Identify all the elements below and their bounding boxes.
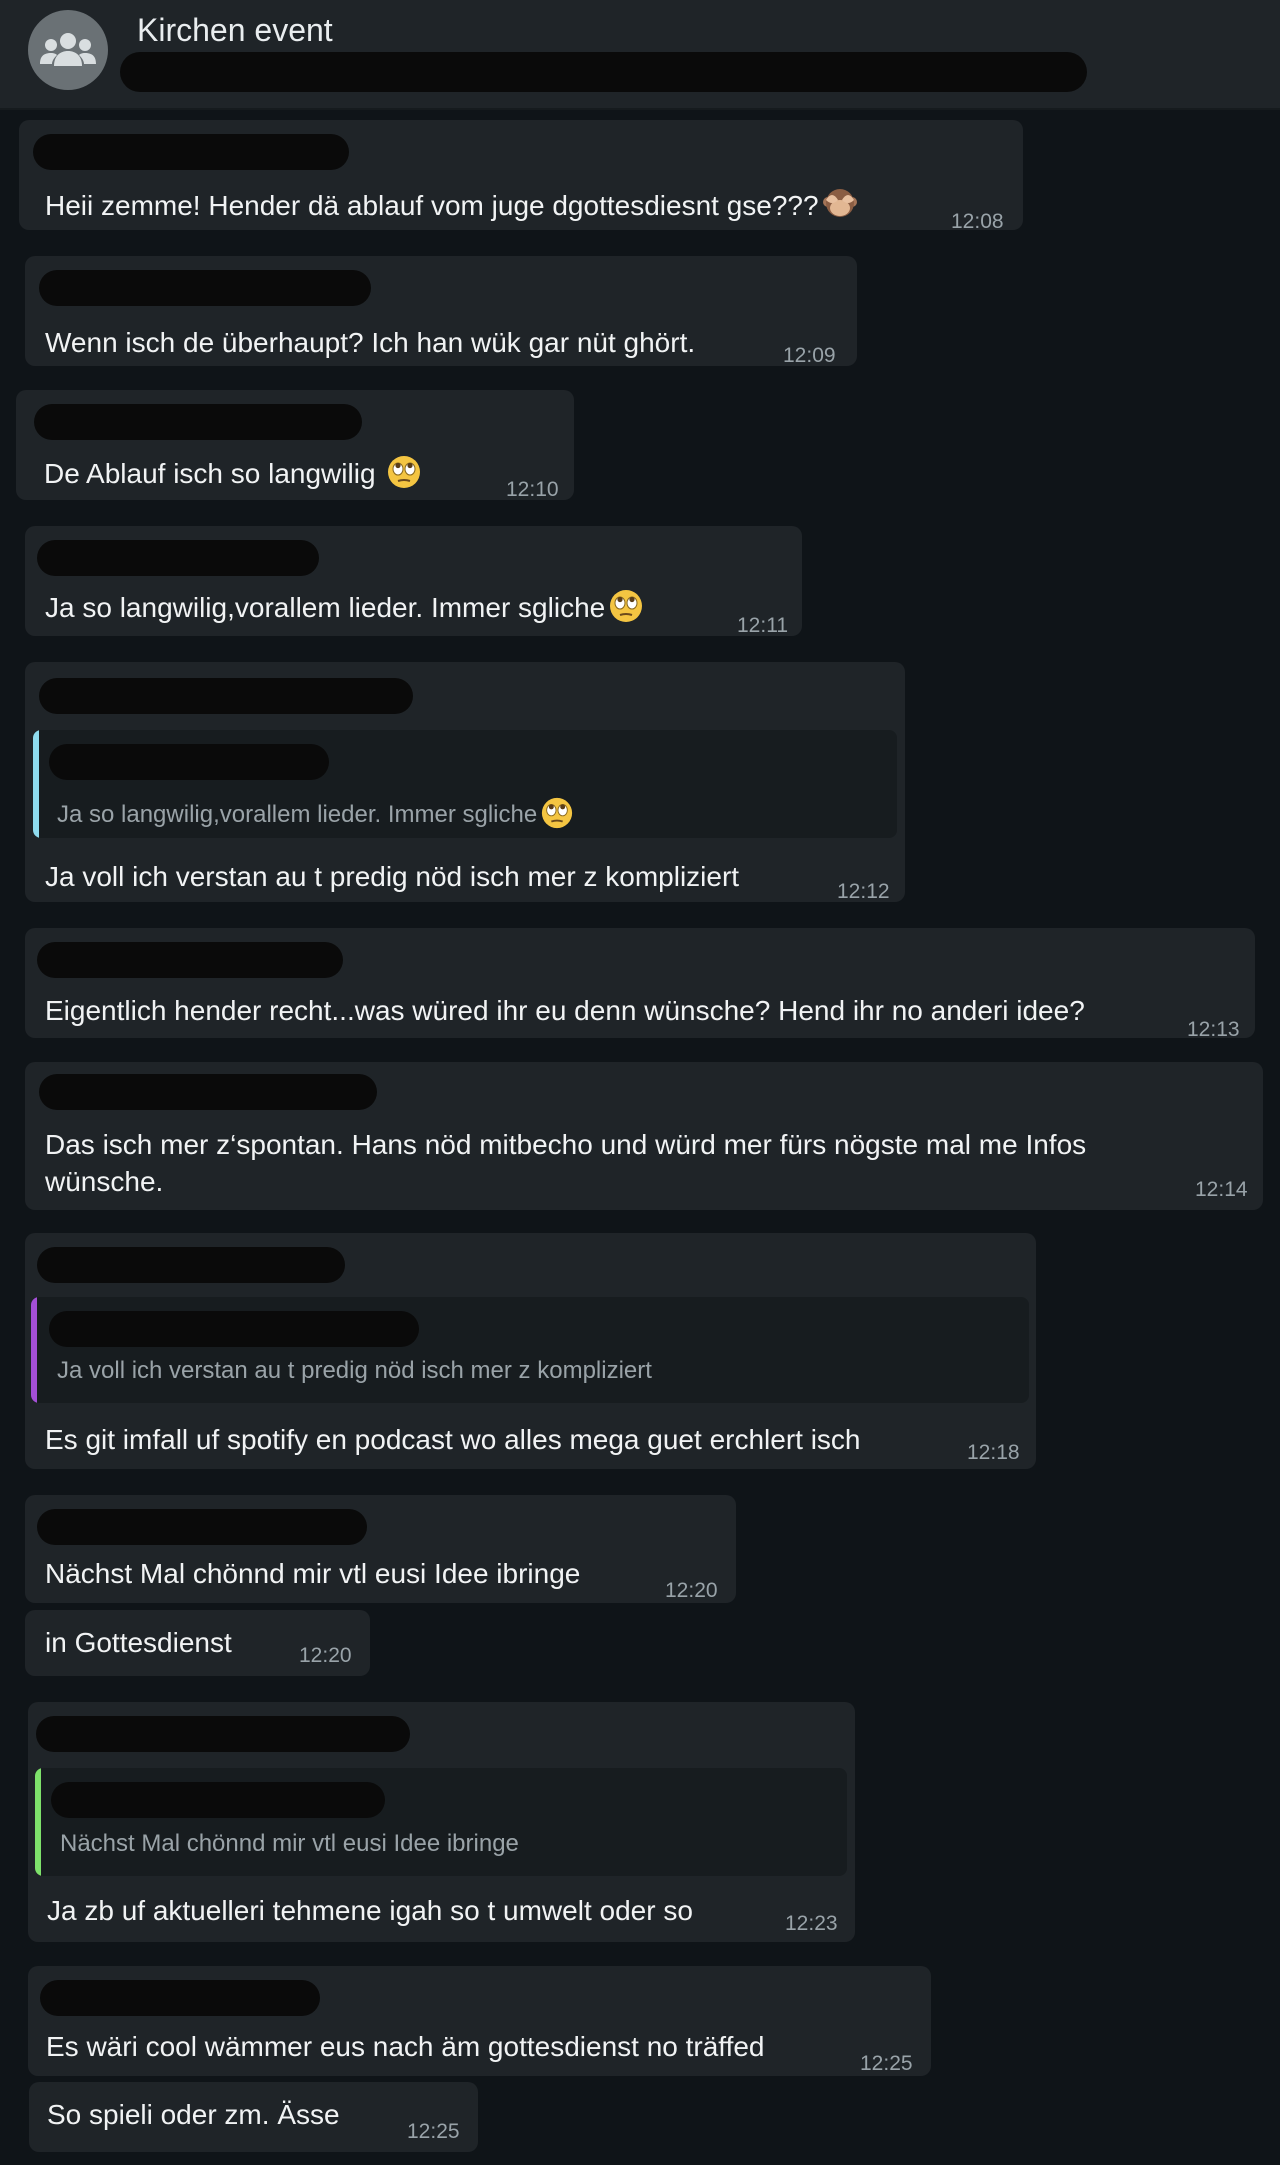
- message-bubble[interactable]: Heii zemme! Hender dä ablauf vom juge dg…: [19, 120, 1023, 233]
- message-text: So spieli oder zm. Ässe: [47, 2099, 340, 2130]
- redacted-quoted-sender: [51, 1782, 385, 1818]
- message-text: Heii zemme! Hender dä ablauf vom juge dg…: [45, 186, 858, 224]
- message-time: 12:10: [506, 478, 559, 501]
- message-bubble[interactable]: Das isch mer z‘spontan. Hans nöd mitbech…: [25, 1062, 1263, 1210]
- redacted-sender: [37, 942, 343, 978]
- redacted-sender: [39, 270, 371, 306]
- message-time: 12:08: [951, 210, 1004, 233]
- message-text: Ja so langwilig,vorallem lieder. Immer s…: [45, 588, 644, 626]
- group-icon: [40, 33, 96, 66]
- message-time: 12:13: [1187, 1018, 1240, 1041]
- message-text: Ja voll ich verstan au t predig nöd isch…: [45, 861, 740, 892]
- message-time: 12:09: [783, 344, 836, 367]
- message-time: 12:23: [785, 1912, 838, 1935]
- redacted-sender: [37, 540, 319, 576]
- message-time: 12:25: [860, 2052, 913, 2075]
- eye-roll-face-icon: [388, 456, 421, 488]
- quoted-text: Ja voll ich verstan au t predig nöd isch…: [57, 1357, 652, 1384]
- quoted-text: Ja so langwilig,vorallem lieder. Immer s…: [57, 796, 574, 830]
- reply-message-bubble[interactable]: Ja so langwilig,vorallem lieder. Immer s…: [25, 662, 905, 903]
- message-text: Eigentlich hender recht...was würed ihr …: [45, 995, 1085, 1026]
- message-text-content: Heii zemme! Hender dä ablauf vom juge dg…: [45, 190, 819, 221]
- message-text: Das isch mer z‘spontan. Hans nöd mitbech…: [45, 1129, 1087, 1197]
- chat-area: Heii zemme! Hender dä ablauf vom juge dg…: [0, 110, 1280, 2165]
- redacted-sender: [36, 1716, 410, 1752]
- redacted-participants: [120, 52, 1087, 92]
- redacted-sender: [37, 1247, 345, 1283]
- redacted-sender: [40, 1980, 320, 2016]
- quoted-message[interactable]: Ja so langwilig,vorallem lieder. Immer s…: [33, 730, 897, 838]
- chat-title[interactable]: Kirchen event: [137, 12, 333, 49]
- message-time: 12:20: [299, 1644, 352, 1667]
- eye-roll-face-icon: [542, 797, 573, 829]
- message-text: Es git imfall uf spotify en podcast wo a…: [45, 1424, 861, 1455]
- message-bubble[interactable]: in Gottesdienst 12:20: [25, 1610, 370, 1676]
- redacted-sender: [39, 1074, 377, 1110]
- quoted-text: Nächst Mal chönnd mir vtl eusi Idee ibri…: [60, 1830, 519, 1857]
- message-text-content: Ja so langwilig,vorallem lieder. Immer s…: [45, 592, 606, 623]
- redacted-quoted-sender: [49, 1311, 419, 1347]
- quote-accent-bar: [31, 1297, 37, 1403]
- quoted-message[interactable]: Ja voll ich verstan au t predig nöd isch…: [31, 1297, 1029, 1403]
- message-text: Nächst Mal chönnd mir vtl eusi Idee ibri…: [45, 1558, 581, 1589]
- redacted-sender: [34, 404, 362, 440]
- message-bubble[interactable]: Ja so langwilig,vorallem lieder. Immer s…: [25, 526, 802, 637]
- message-time: 12:18: [967, 1441, 1020, 1464]
- message-text: Wenn isch de überhaupt? Ich han wük gar …: [45, 327, 696, 358]
- message-bubble[interactable]: De Ablauf isch so langwilig 12:10: [16, 390, 574, 501]
- reply-message-bubble[interactable]: Ja voll ich verstan au t predig nöd isch…: [25, 1233, 1036, 1469]
- quoted-text-content: Ja so langwilig,vorallem lieder. Immer s…: [57, 801, 538, 828]
- message-bubble[interactable]: Eigentlich hender recht...was würed ihr …: [25, 928, 1255, 1041]
- redacted-sender: [33, 134, 349, 170]
- message-time: 12:14: [1195, 1178, 1248, 1201]
- message-time: 12:11: [737, 614, 788, 637]
- redacted-quoted-sender: [49, 744, 329, 780]
- group-avatar[interactable]: [28, 10, 108, 90]
- reply-message-bubble[interactable]: Nächst Mal chönnd mir vtl eusi Idee ibri…: [28, 1702, 855, 1942]
- message-bubble[interactable]: So spieli oder zm. Ässe 12:25: [29, 2082, 478, 2152]
- eye-roll-face-icon: [610, 590, 643, 622]
- message-time: 12:20: [665, 1579, 718, 1602]
- message-time: 12:12: [837, 880, 890, 903]
- message-bubble[interactable]: Wenn isch de überhaupt? Ich han wük gar …: [25, 256, 857, 367]
- message-bubble[interactable]: Es wäri cool wämmer eus nach äm gottesdi…: [28, 1966, 931, 2076]
- message-bubble[interactable]: Nächst Mal chönnd mir vtl eusi Idee ibri…: [25, 1495, 736, 1603]
- message-text: De Ablauf isch so langwilig: [44, 454, 422, 492]
- message-time: 12:25: [407, 2120, 460, 2143]
- quote-accent-bar: [33, 730, 39, 838]
- quote-accent-bar: [35, 1768, 41, 1876]
- message-text: in Gottesdienst: [45, 1627, 232, 1658]
- redacted-sender: [39, 678, 413, 714]
- chat-header: Kirchen event: [0, 0, 1280, 110]
- quoted-message[interactable]: Nächst Mal chönnd mir vtl eusi Idee ibri…: [35, 1768, 847, 1876]
- message-text: Ja zb uf aktuelleri tehmene igah so t um…: [47, 1895, 693, 1926]
- message-text-content: De Ablauf isch so langwilig: [44, 458, 376, 489]
- see-no-evil-monkey-icon: [822, 189, 857, 217]
- message-text: Es wäri cool wämmer eus nach äm gottesdi…: [46, 2031, 765, 2062]
- redacted-sender: [37, 1509, 367, 1545]
